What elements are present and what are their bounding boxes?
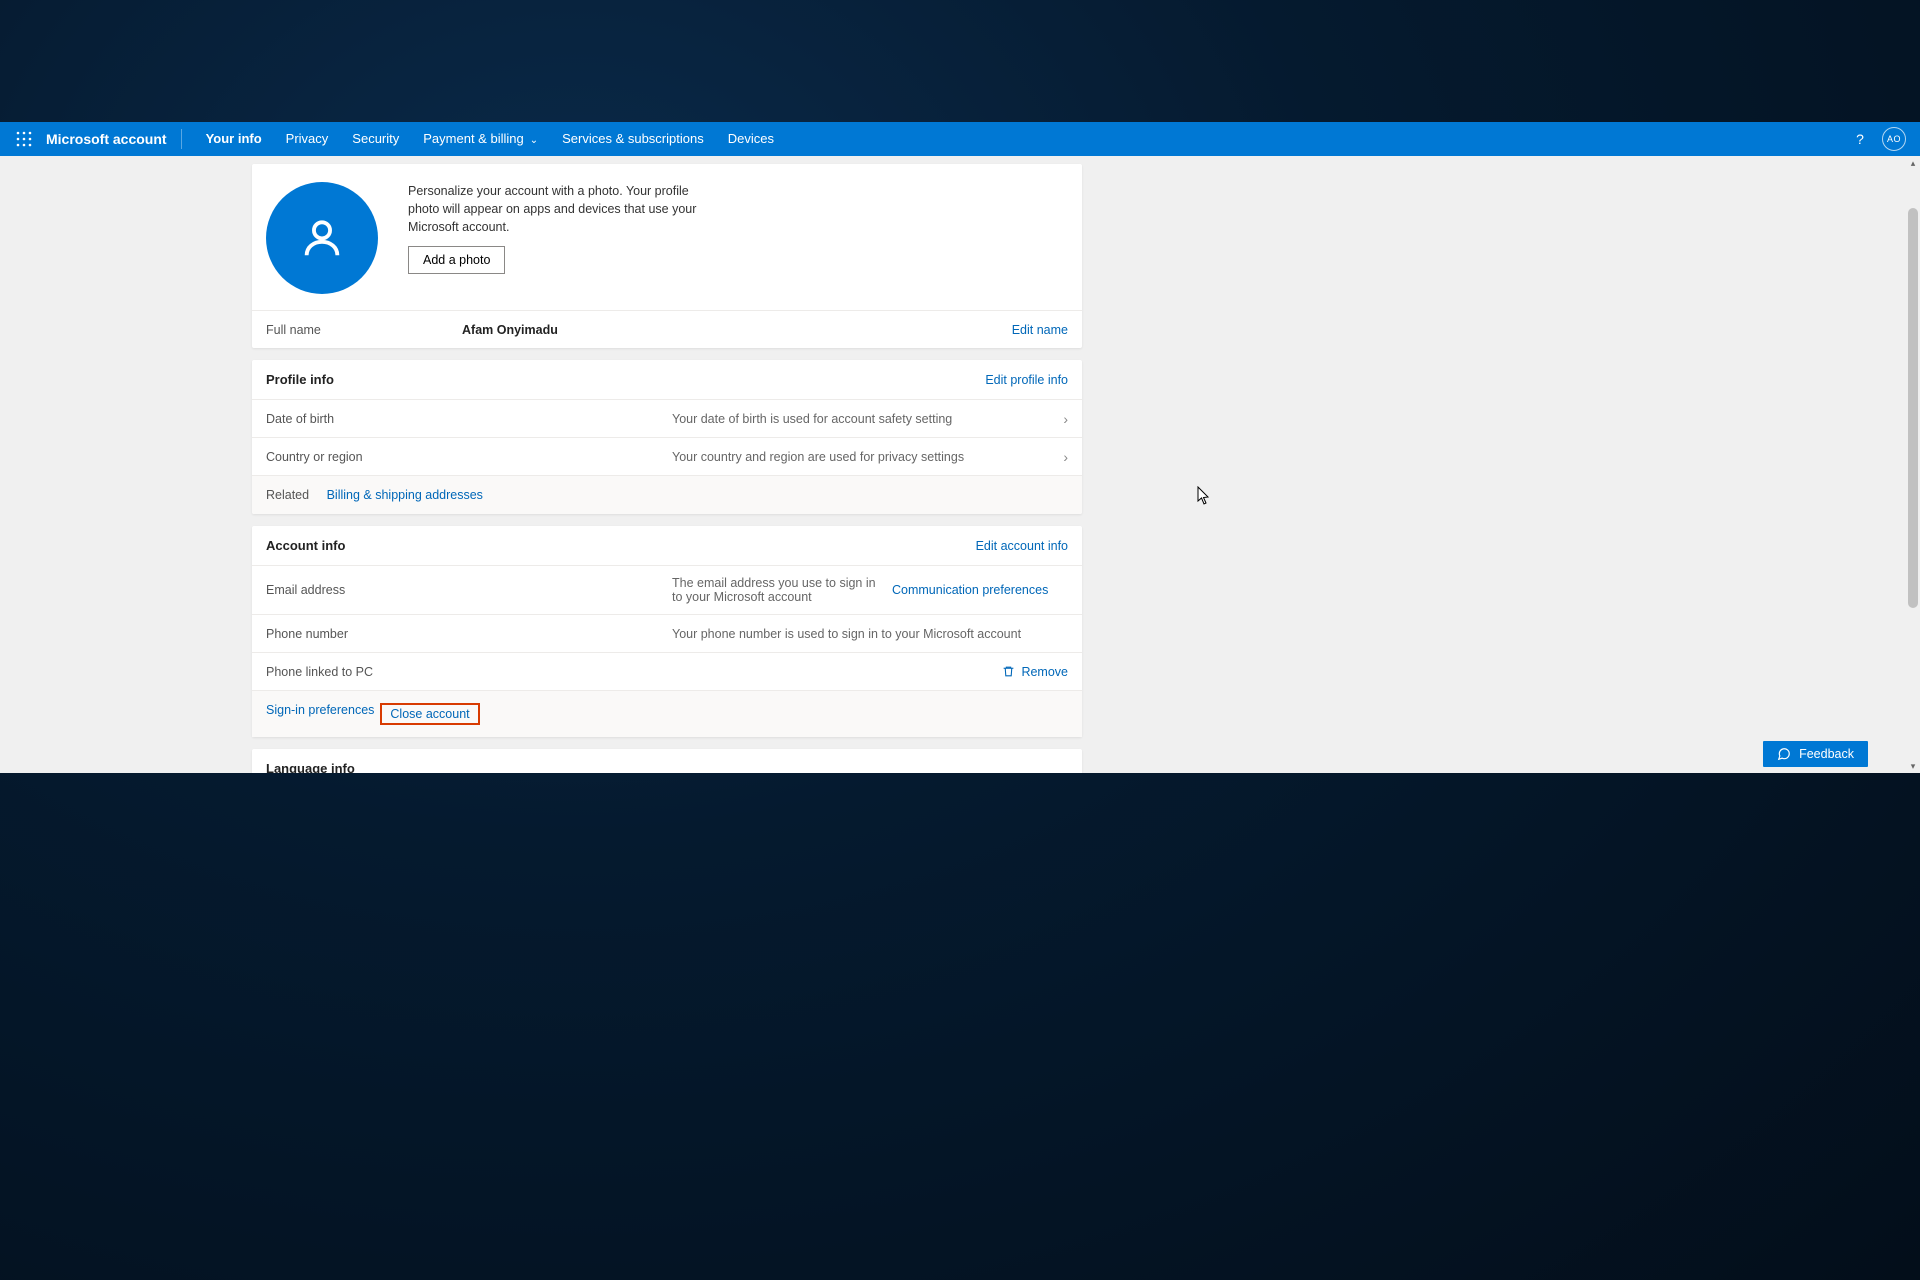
nav-label: Security [352,131,399,146]
billing-shipping-link[interactable]: Billing & shipping addresses [327,488,483,502]
chevron-right-icon[interactable]: › [1048,449,1068,465]
app-launcher-icon[interactable] [8,123,40,155]
photo-description: Personalize your account with a photo. Y… [408,182,698,236]
scroll-down-icon[interactable]: ▾ [1906,759,1920,773]
remove-phone-link[interactable]: Remove [1002,665,1068,679]
edit-profile-info-link[interactable]: Edit profile info [985,373,1068,387]
edit-name-link[interactable]: Edit name [1012,323,1068,337]
email-label: Email address [266,583,462,597]
feedback-button[interactable]: Feedback [1763,741,1868,767]
phone-desc: Your phone number is used to sign in to … [672,627,1068,641]
close-account-link[interactable]: Close account [390,707,469,721]
profile-info-card: Profile info Edit profile info Date of b… [252,360,1082,514]
profile-related-row: Related Billing & shipping addresses [252,475,1082,514]
nav-label: Your info [206,131,262,146]
chevron-right-icon[interactable]: › [1048,411,1068,427]
profile-photo-placeholder [266,182,378,294]
full-name-value: Afam Onyimadu [462,323,672,337]
dob-desc: Your date of birth is used for account s… [672,412,1048,426]
nav-your-info[interactable]: Your info [194,122,274,156]
help-icon[interactable]: ? [1844,131,1876,147]
top-nav: Microsoft account Your info Privacy Secu… [0,122,1920,156]
language-info-title: Language info [266,761,1068,773]
nav-devices[interactable]: Devices [716,122,786,156]
email-desc: The email address you use to sign in to … [672,576,892,604]
scroll-up-icon[interactable]: ▴ [1906,156,1920,170]
nav-label: Devices [728,131,774,146]
scrollbar-thumb[interactable] [1908,208,1918,608]
country-label: Country or region [266,450,462,464]
account-info-title: Account info [266,538,976,553]
communication-preferences-link[interactable]: Communication preferences [892,583,1048,597]
dob-label: Date of birth [266,412,462,426]
nav-payment-billing[interactable]: Payment & billing ⌄ [411,122,550,156]
nav-label: Services & subscriptions [562,131,704,146]
edit-account-info-link[interactable]: Edit account info [976,539,1068,553]
phone-label: Phone number [266,627,462,641]
phone-pc-label: Phone linked to PC [266,665,462,679]
scrollbar[interactable]: ▴ ▾ [1906,156,1920,773]
nav-label: Payment & billing [423,131,523,146]
avatar[interactable]: AO [1882,127,1906,151]
content-area: Personalize your account with a photo. Y… [0,156,1920,773]
language-info-card: Language info Display language English (… [252,749,1082,773]
account-links-row: Sign-in preferences Close account [252,690,1082,737]
country-desc: Your country and region are used for pri… [672,450,1048,464]
nav-security[interactable]: Security [340,122,411,156]
account-info-card: Account info Edit account info Email add… [252,526,1082,737]
brand-title[interactable]: Microsoft account [40,129,182,149]
close-account-highlight: Close account [380,703,479,725]
chevron-down-icon: ⌄ [530,124,538,158]
chat-icon [1777,747,1791,761]
photo-name-card: Personalize your account with a photo. Y… [252,164,1082,348]
signin-preferences-link[interactable]: Sign-in preferences [266,703,374,725]
mouse-cursor [1197,486,1211,506]
profile-info-title: Profile info [266,372,985,387]
related-label: Related [266,488,309,502]
full-name-label: Full name [266,323,462,337]
nav-services-subscriptions[interactable]: Services & subscriptions [550,122,716,156]
remove-label: Remove [1021,665,1068,679]
trash-icon [1002,665,1015,678]
browser-viewport: Microsoft account Your info Privacy Secu… [0,122,1920,773]
nav-privacy[interactable]: Privacy [274,122,341,156]
add-photo-button[interactable]: Add a photo [408,246,505,274]
nav-links: Your info Privacy Security Payment & bil… [194,122,786,156]
nav-label: Privacy [286,131,329,146]
feedback-label: Feedback [1799,747,1854,761]
